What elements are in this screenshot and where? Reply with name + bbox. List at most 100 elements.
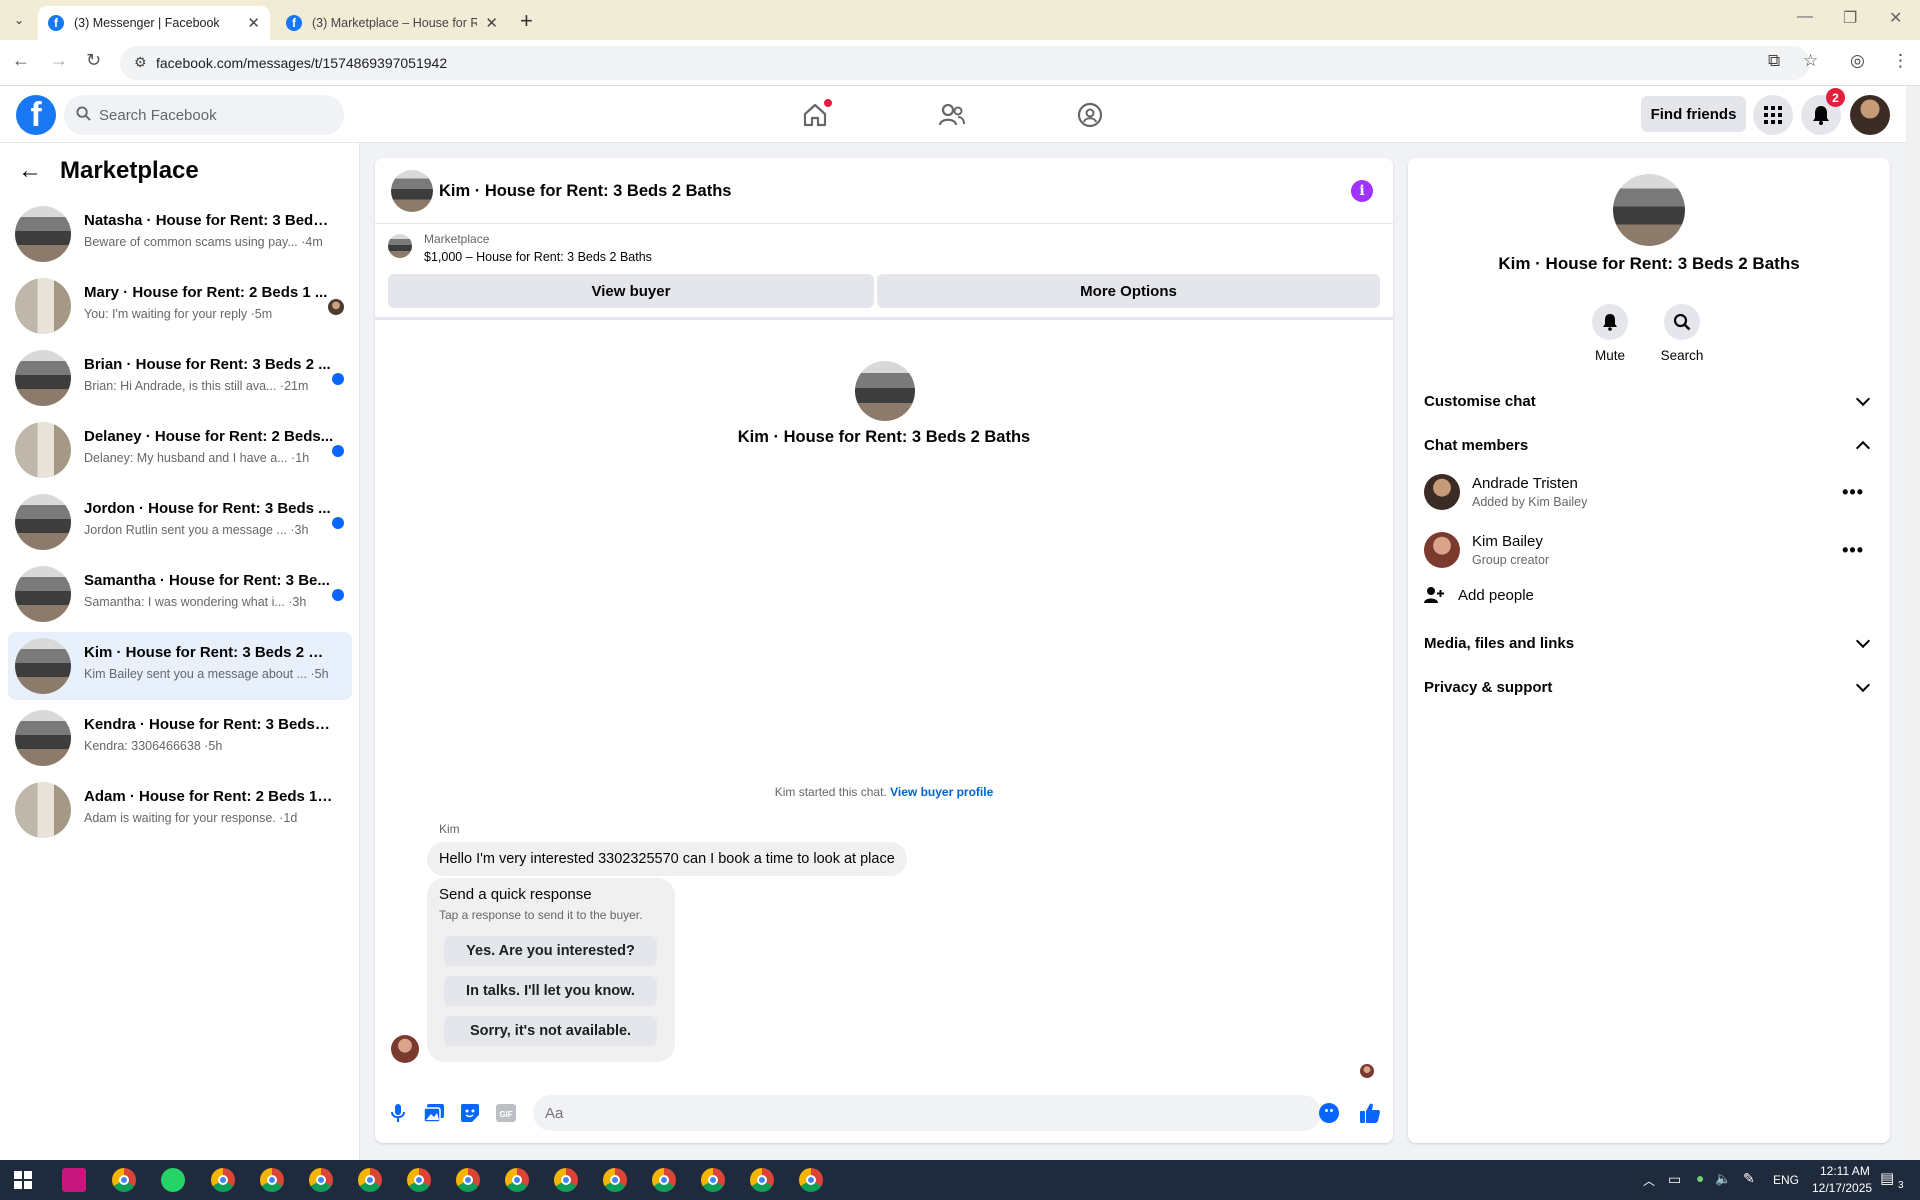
install-app-icon[interactable]: ⧉ xyxy=(1768,51,1780,71)
sender-avatar[interactable] xyxy=(391,1035,419,1063)
page-scrollbar[interactable] xyxy=(1906,86,1920,1160)
voice-clip-icon[interactable] xyxy=(387,1102,409,1124)
chrome-profile-icon[interactable] xyxy=(750,1168,774,1192)
conversation-item[interactable]: Mary · House for Rent: 2 Beds 1 ... You: … xyxy=(8,272,352,340)
windows-start-icon[interactable] xyxy=(14,1171,32,1189)
mute-button[interactable]: Mute xyxy=(1570,304,1650,363)
member-andrade[interactable]: Andrade Tristen Added by Kim Bailey ••• xyxy=(1424,470,1874,514)
conversation-item[interactable]: Delaney · House for Rent: 2 Beds... Delan… xyxy=(8,416,352,484)
quick-response-not-available-button[interactable]: Sorry, it's not available. xyxy=(444,1016,657,1046)
message-input[interactable] xyxy=(533,1095,1321,1131)
home-notification-dot xyxy=(824,99,832,107)
reload-icon[interactable]: ↻ xyxy=(86,50,101,71)
conversation-item[interactable]: Kim · House for Rent: 3 Beds 2 Baths Kim … xyxy=(8,632,352,700)
clock-time[interactable]: 12:11 AM xyxy=(1820,1164,1870,1178)
home-nav-icon[interactable] xyxy=(800,99,832,130)
bookmark-star-icon[interactable]: ☆ xyxy=(1803,51,1818,71)
chrome-profile-icon[interactable] xyxy=(309,1168,333,1192)
thumbs-up-icon[interactable] xyxy=(1359,1102,1381,1124)
media-files-links-row[interactable]: Media, files and links xyxy=(1424,628,1874,658)
privacy-support-row[interactable]: Privacy & support xyxy=(1424,672,1874,702)
tab-search-chevron-icon[interactable]: ⌄ xyxy=(6,9,32,31)
customise-chat-row[interactable]: Customise chat xyxy=(1424,386,1874,416)
chrome-profile-icon[interactable] xyxy=(505,1168,529,1192)
chrome-profile-icon[interactable] xyxy=(554,1168,578,1192)
chrome-profile-icon[interactable] xyxy=(603,1168,627,1192)
chrome-profile-icon[interactable] xyxy=(407,1168,431,1192)
conversation-item[interactable]: Brian · House for Rent: 3 Beds 2 ... Bria… xyxy=(8,344,352,412)
clock-date[interactable]: 12/17/2025 xyxy=(1812,1181,1872,1195)
browser-menu-icon[interactable]: ⋮ xyxy=(1892,51,1909,71)
drive-sync-icon[interactable]: ● xyxy=(1696,1170,1704,1186)
account-avatar[interactable] xyxy=(1850,95,1890,135)
gif-icon[interactable]: GIF xyxy=(495,1102,517,1124)
conversation-item[interactable]: Natasha · House for Rent: 3 Beds 2... Bew… xyxy=(8,200,352,268)
close-tab-icon[interactable]: ✕ xyxy=(485,14,498,32)
pen-icon[interactable]: ✎ xyxy=(1743,1170,1755,1187)
facebook-logo-icon[interactable]: f xyxy=(16,95,56,135)
chrome-profile-icon[interactable] xyxy=(652,1168,676,1192)
mail-app-icon[interactable] xyxy=(62,1168,86,1192)
conversation-item[interactable]: Adam · House for Rent: 2 Beds 1 B... Adam… xyxy=(8,776,352,844)
restore-icon[interactable]: ❐ xyxy=(1843,8,1857,28)
conversation-snippet: Adam is waiting for your response. ·1d xyxy=(84,811,298,825)
back-arrow-icon[interactable]: ← xyxy=(18,157,42,185)
minimize-icon[interactable]: — xyxy=(1797,8,1813,26)
more-options-button[interactable]: More Options xyxy=(877,274,1380,308)
conversation-snippet: Samantha: I was wondering what i... ·3h xyxy=(84,595,307,609)
language-indicator[interactable]: ENG xyxy=(1773,1173,1799,1187)
conversation-item[interactable]: Samantha · House for Rent: 3 Be... Samant… xyxy=(8,560,352,628)
url-field[interactable]: ⚙ facebook.com/messages/t/15748693970519… xyxy=(120,46,1810,80)
close-tab-icon[interactable]: ✕ xyxy=(247,14,260,32)
new-tab-button[interactable]: + xyxy=(520,8,533,34)
network-icon[interactable]: ▭ xyxy=(1668,1171,1681,1188)
search-in-chat-button[interactable]: Search xyxy=(1642,304,1722,363)
emoji-icon[interactable] xyxy=(1319,1103,1339,1123)
listing-thumbnail[interactable] xyxy=(388,234,412,258)
listing-price-title[interactable]: $1,000 – House for Rent: 3 Beds 2 Baths xyxy=(424,250,652,264)
close-window-icon[interactable]: ✕ xyxy=(1889,8,1902,28)
back-icon[interactable]: ← xyxy=(12,50,30,71)
chrome-profile-icon[interactable] xyxy=(211,1168,235,1192)
search-facebook-input[interactable]: Search Facebook xyxy=(64,95,344,135)
add-people-button[interactable]: Add people xyxy=(1424,586,1534,604)
tab-marketplace[interactable]: f (3) Marketplace – House for Re... ✕ xyxy=(276,6,508,40)
chrome-profile-icon[interactable] xyxy=(260,1168,284,1192)
sticker-icon[interactable] xyxy=(459,1102,481,1124)
more-options-icon[interactable]: ••• xyxy=(1842,482,1864,503)
quick-response-yes-button[interactable]: Yes. Are you interested? xyxy=(444,936,657,966)
message-bubble[interactable]: Hello I'm very interested 3302325570 can… xyxy=(427,842,907,876)
tab-messenger[interactable]: f (3) Messenger | Facebook ✕ xyxy=(38,6,270,40)
details-avatar[interactable] xyxy=(1613,174,1685,246)
view-buyer-button[interactable]: View buyer xyxy=(388,274,874,308)
chat-title[interactable]: Kim · House for Rent: 3 Beds 2 Baths xyxy=(439,182,731,201)
conversation-snippet: Delaney: My husband and I have a... ·1h xyxy=(84,451,310,465)
conversation-item[interactable]: Jordon · House for Rent: 3 Beds ... Jordo… xyxy=(8,488,352,556)
whatsapp-icon[interactable] xyxy=(161,1168,185,1192)
quick-response-in-talks-button[interactable]: In talks. I'll let you know. xyxy=(444,976,657,1006)
volume-icon[interactable]: 🔈 xyxy=(1715,1171,1731,1187)
intro-title: Kim · House for Rent: 3 Beds 2 Baths xyxy=(737,428,1031,446)
photo-icon[interactable] xyxy=(423,1102,445,1124)
more-options-icon[interactable]: ••• xyxy=(1842,540,1864,561)
tray-chevron-icon[interactable]: ︿ xyxy=(1643,1172,1655,1189)
view-buyer-profile-link[interactable]: View buyer profile xyxy=(890,785,993,799)
profile-icon[interactable]: ◎ xyxy=(1850,51,1865,71)
notification-center-icon[interactable]: ▤ xyxy=(1880,1169,1894,1187)
info-icon[interactable]: i xyxy=(1351,180,1373,202)
chrome-profile-icon[interactable] xyxy=(701,1168,725,1192)
site-settings-icon[interactable]: ⚙ xyxy=(134,54,147,71)
chrome-profile-icon[interactable] xyxy=(358,1168,382,1192)
menu-grid-icon[interactable] xyxy=(1753,95,1793,135)
groups-nav-icon[interactable] xyxy=(1075,100,1105,130)
friends-nav-icon[interactable] xyxy=(937,100,967,130)
chrome-profile-icon[interactable] xyxy=(799,1168,823,1192)
chat-members-row[interactable]: Chat members xyxy=(1424,430,1874,460)
find-friends-button[interactable]: Find friends xyxy=(1641,96,1746,132)
member-kim[interactable]: Kim Bailey Group creator ••• xyxy=(1424,528,1874,572)
forward-icon[interactable]: → xyxy=(50,50,68,71)
chrome-icon[interactable] xyxy=(112,1168,136,1192)
conversation-item[interactable]: Kendra · House for Rent: 3 Beds 2 ... Ken… xyxy=(8,704,352,772)
chrome-profile-icon[interactable] xyxy=(456,1168,480,1192)
chat-avatar[interactable] xyxy=(391,170,433,212)
